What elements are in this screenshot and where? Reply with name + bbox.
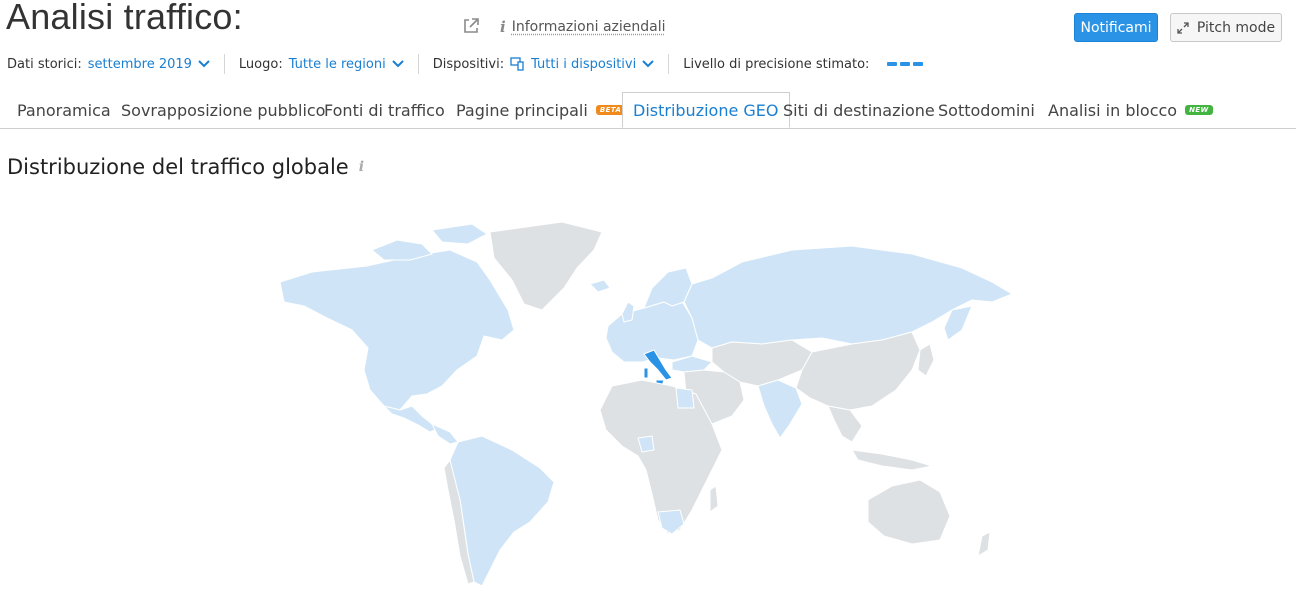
tab-label: Distribuzione GEO	[633, 100, 779, 120]
info-icon[interactable]: i	[359, 159, 364, 175]
expand-icon	[1177, 21, 1189, 34]
tab-label: Fonti di traffico	[324, 100, 445, 120]
info-icon: i	[500, 18, 506, 36]
map-region-north-america[interactable]	[279, 249, 515, 411]
map-region-china[interactable]	[795, 331, 921, 411]
map-region-russia[interactable]	[683, 245, 1013, 349]
divider	[223, 54, 225, 74]
map-region-greenland[interactable]	[489, 221, 603, 311]
map-region-egypt[interactable]	[675, 387, 695, 409]
devices-icon	[510, 57, 524, 71]
map-region-sardinia[interactable]	[643, 367, 649, 379]
map-region-indonesia[interactable]	[851, 449, 933, 471]
tab-label: Analisi in blocco	[1048, 100, 1178, 120]
section-title: Distribuzione del traffico globale i	[7, 155, 364, 179]
location-filter: Luogo: Tutte le regioni	[239, 57, 404, 72]
location-value: Tutte le regioni	[288, 56, 386, 72]
tab-label: Panoramica	[17, 100, 111, 120]
tab-destination-sites[interactable]: Siti di destinazione	[783, 92, 935, 128]
pitch-mode-button[interactable]: Pitch mode	[1170, 13, 1282, 42]
devices-filter: Dispositivi: Tutti i dispositivi	[433, 57, 655, 72]
chevron-down-icon	[642, 60, 654, 68]
page-title: Analisi traffico:	[6, 0, 243, 37]
external-link-icon[interactable]	[462, 17, 480, 35]
precision-label: Livello di precisione stimato:	[683, 56, 870, 72]
tab-bulk-analysis[interactable]: Analisi in blocco NEW	[1048, 92, 1213, 128]
map-region-new-zealand[interactable]	[977, 531, 991, 557]
world-map[interactable]	[272, 210, 1032, 590]
map-region-southeast-asia[interactable]	[827, 405, 863, 443]
filter-bar: Dati storici: settembre 2019 Luogo: Tutt…	[7, 54, 924, 74]
map-region-japan[interactable]	[917, 343, 935, 377]
map-region-madagascar[interactable]	[709, 485, 719, 513]
tab-traffic-sources[interactable]: Fonti di traffico	[324, 92, 445, 128]
historical-data-label: Dati storici:	[7, 56, 82, 72]
company-info-link[interactable]: i Informazioni aziendali	[500, 18, 666, 36]
location-dropdown[interactable]: Tutte le regioni	[289, 57, 404, 72]
devices-dropdown[interactable]: Tutti i dispositivi	[510, 57, 654, 72]
map-region-mexico[interactable]	[383, 405, 441, 433]
precision-bars	[887, 62, 924, 66]
divider	[417, 54, 419, 74]
divider	[668, 54, 670, 74]
map-region-india[interactable]	[757, 379, 803, 439]
tab-label: Sottodomini	[938, 100, 1035, 120]
historical-data-dropdown[interactable]: settembre 2019	[88, 57, 210, 72]
new-badge: NEW	[1185, 105, 1213, 115]
tab-top-pages[interactable]: Pagine principali BETA	[456, 92, 626, 128]
chevron-down-icon	[198, 60, 210, 68]
pitch-mode-label: Pitch mode	[1196, 19, 1276, 36]
notify-button[interactable]: Notificami	[1074, 13, 1158, 42]
devices-value: Tutti i dispositivi	[531, 56, 637, 72]
chevron-down-icon	[391, 60, 404, 68]
tab-panoramica[interactable]: Panoramica	[17, 92, 111, 128]
beta-badge: BETA	[595, 105, 626, 115]
map-region-uk[interactable]	[621, 301, 635, 323]
devices-label: Dispositivi:	[432, 56, 505, 72]
map-region-arctic-islands[interactable]	[431, 223, 488, 245]
tab-geo-distribution[interactable]: Distribuzione GEO	[622, 92, 790, 128]
map-region-iceland[interactable]	[589, 279, 611, 293]
historical-data-filter: Dati storici: settembre 2019	[7, 57, 210, 72]
precision-indicator: Livello di precisione stimato:	[683, 56, 924, 72]
tab-label: Sovrapposizione pubblico	[121, 100, 326, 120]
location-label: Luogo:	[238, 56, 283, 72]
tab-label: Pagine principali	[456, 100, 588, 120]
section-title-text: Distribuzione del traffico globale	[7, 155, 349, 179]
map-region-australia[interactable]	[867, 479, 951, 545]
tab-bar: Panoramica Sovrapposizione pubblico Font…	[0, 92, 1296, 129]
map-region-central-america[interactable]	[431, 423, 459, 445]
tab-audience-overlap[interactable]: Sovrapposizione pubblico	[121, 92, 325, 128]
historical-data-value: settembre 2019	[87, 56, 192, 72]
tab-label: Siti di destinazione	[783, 100, 935, 120]
tab-subdomains[interactable]: Sottodomini	[938, 92, 1035, 128]
company-info-label: Informazioni aziendali	[511, 19, 666, 35]
